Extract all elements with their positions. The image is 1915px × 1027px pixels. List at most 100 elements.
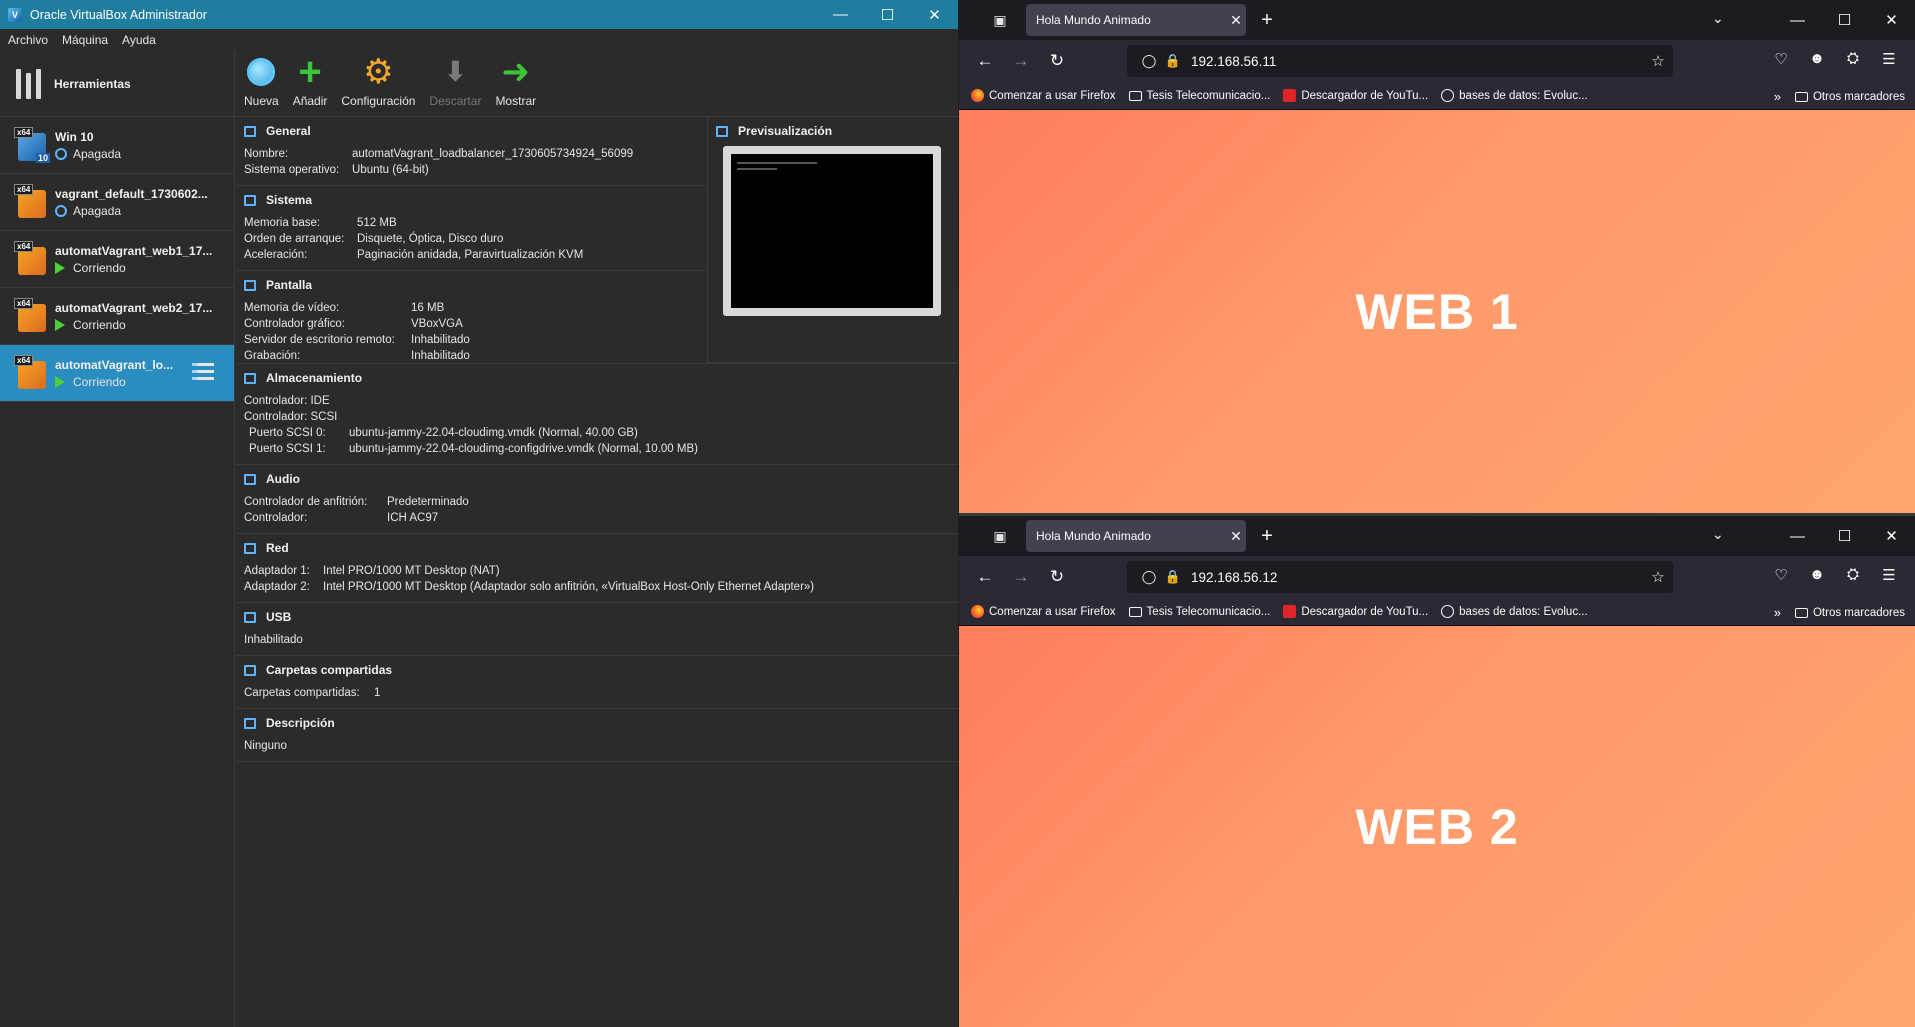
chevron-down-icon[interactable]: ⌄ [1712,10,1724,27]
vm-item-vagrant-default[interactable]: x64 vagrant_default_1730602... Apagada [0,174,234,231]
lock-icon[interactable]: 🔒 [1161,569,1185,585]
section-title[interactable]: Audio [266,472,300,486]
hamburger-menu-icon[interactable]: ☰ [1871,50,1907,68]
vm-item-web1[interactable]: x64 automatVagrant_web1_17... Corriendo [0,231,234,288]
close-button[interactable]: ✕ [911,0,958,29]
double-chevron-icon[interactable]: » [1774,89,1781,104]
hamburger-menu-icon[interactable]: ☰ [1871,566,1907,584]
gear-icon: ⚙ [363,53,394,91]
bookmark-item[interactable]: Descargador de YouTu... [1283,605,1428,618]
tab-hola-mundo[interactable]: Hola Mundo Animado ✕ [1026,520,1246,552]
bookmark-item[interactable]: bases de datos: Evoluc... [1441,89,1588,102]
url-bar[interactable]: ◯ 🔒 192.168.56.11 ☆ [1127,45,1673,77]
menu-archivo[interactable]: Archivo [8,33,48,47]
running-arrow-icon [55,318,65,331]
star-icon[interactable]: ☆ [1643,568,1673,586]
bookmarks-toolbar: Comenzar a usar Firefox Tesis Telecomuni… [959,82,1915,110]
double-chevron-icon[interactable]: » [1774,605,1781,620]
section-usb: USB Inhabilitado [236,603,958,656]
bookmark-item[interactable]: bases de datos: Evoluc... [1441,605,1588,618]
new-tab-button[interactable]: + [1252,9,1282,32]
bookmark-item[interactable]: Tesis Telecomunicacio... [1128,606,1270,618]
running-arrow-icon [55,261,65,274]
vm-item-web2[interactable]: x64 automatVagrant_web2_17... Corriendo [0,288,234,345]
new-vm-button[interactable]: Nueva [244,56,279,108]
speech-bubble-icon [244,717,256,729]
chip-icon [244,194,256,206]
section-title[interactable]: USB [266,610,291,624]
shield-icon[interactable]: ◯ [1137,53,1161,69]
pocket-icon[interactable]: ♡ [1763,566,1799,584]
section-title[interactable]: Descripción [266,716,335,730]
minimize-button[interactable]: — [817,0,864,29]
star-icon[interactable]: ☆ [1643,52,1673,70]
menu-maquina[interactable]: Máquina [62,33,108,47]
ubuntu-os-icon: x64 [14,241,48,277]
page-content: WEB 1 [959,110,1915,513]
section-title[interactable]: Sistema [266,193,312,207]
forward-arrow-icon[interactable]: → [1003,567,1039,587]
vm-state: Apagada [73,146,122,161]
back-arrow-icon[interactable]: ← [967,567,1003,587]
section-title[interactable]: General [266,124,311,138]
folder-icon [1794,91,1808,102]
section-title[interactable]: Previsualización [738,124,832,138]
lock-icon[interactable]: 🔒 [1161,53,1185,69]
menu-ayuda[interactable]: Ayuda [122,33,156,47]
bookmark-item[interactable]: Comenzar a usar Firefox [971,89,1116,102]
section-title[interactable]: Carpetas compartidas [266,663,392,677]
other-bookmarks[interactable]: Otros marcadores [1794,607,1905,619]
maximize-button[interactable]: ☐ [1821,516,1868,556]
vbox-titlebar[interactable]: V Oracle VirtualBox Administrador — ☐ ✕ [0,0,958,29]
url-bar[interactable]: ◯ 🔒 192.168.56.12 ☆ [1127,561,1673,593]
close-button[interactable]: ✕ [1868,0,1915,40]
arrow-right-icon: ➜ [501,53,531,91]
tools-item[interactable]: Herramientas [0,51,234,117]
tab-manager-icon[interactable]: ▣ [978,0,1022,40]
account-icon[interactable]: ☻ [1799,50,1835,68]
vm-item-loadbalancer[interactable]: x64 automatVagrant_lo... Corriendo [0,345,234,402]
minimize-button[interactable]: — [1774,516,1821,556]
vm-name: vagrant_default_1730602... [55,186,208,201]
tab-hola-mundo[interactable]: Hola Mundo Animado ✕ [1026,4,1246,36]
bookmark-item[interactable]: Descargador de YouTu... [1283,89,1428,102]
section-title[interactable]: Almacenamiento [266,371,362,385]
maximize-button[interactable]: ☐ [864,0,911,29]
minimize-button[interactable]: — [1774,0,1821,40]
extensions-icon[interactable]: ⛭ [1835,566,1871,584]
page-heading: WEB 2 [1355,798,1519,855]
chevron-down-icon[interactable]: ⌄ [1712,526,1724,543]
add-vm-button[interactable]: + Añadir [293,52,328,108]
maximize-button[interactable]: ☐ [1821,0,1868,40]
new-tab-button[interactable]: + [1252,525,1282,548]
vm-details-menu-icon[interactable] [192,363,214,383]
extensions-icon[interactable]: ⛭ [1835,50,1871,68]
close-button[interactable]: ✕ [1868,516,1915,556]
youtube-icon [1283,605,1297,618]
show-button[interactable]: ➜ Mostrar [495,53,536,108]
tab-bar: ▣ Hola Mundo Animado ✕ + ⌄ — ☐ ✕ [959,516,1915,556]
tab-manager-icon[interactable]: ▣ [978,516,1022,556]
close-tab-icon[interactable]: ✕ [1226,528,1246,545]
url-text[interactable]: 192.168.56.12 [1191,570,1643,585]
vm-preview-thumbnail [723,146,941,316]
section-title[interactable]: Pantalla [266,278,312,292]
shield-icon[interactable]: ◯ [1137,569,1161,585]
vm-item-win10[interactable]: x64 10 Win 10 Apagada [0,117,234,174]
pocket-icon[interactable]: ♡ [1763,50,1799,68]
reload-icon[interactable]: ↻ [1039,51,1075,71]
section-title[interactable]: Red [266,541,289,555]
other-bookmarks[interactable]: Otros marcadores [1794,91,1905,103]
discard-button[interactable]: ⬇ Descartar [429,56,481,109]
bookmark-item[interactable]: Tesis Telecomunicacio... [1128,90,1270,102]
url-text[interactable]: 192.168.56.11 [1191,54,1643,69]
close-tab-icon[interactable]: ✕ [1226,12,1246,29]
forward-arrow-icon[interactable]: → [1003,51,1039,71]
account-icon[interactable]: ☻ [1799,566,1835,584]
bookmark-item[interactable]: Comenzar a usar Firefox [971,605,1116,618]
section-system: Sistema Memoria base: 512 MB Orden de arr… [236,186,706,271]
settings-button[interactable]: ⚙ Configuración [341,53,415,108]
reload-icon[interactable]: ↻ [1039,567,1075,587]
back-arrow-icon[interactable]: ← [967,51,1003,71]
tools-label: Herramientas [54,76,131,91]
